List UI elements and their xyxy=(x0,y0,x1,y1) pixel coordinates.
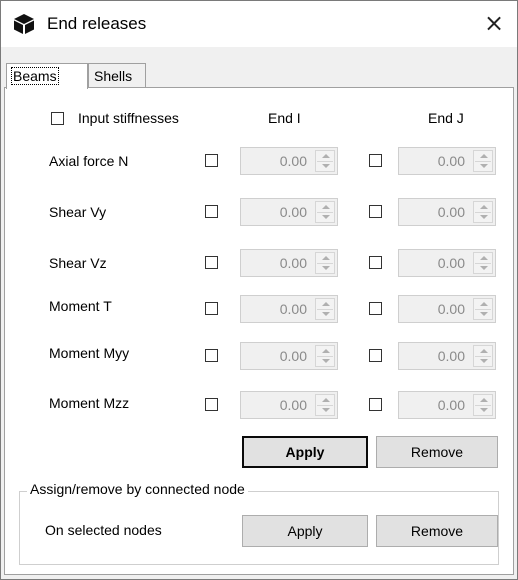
end-j-value: 0.00 xyxy=(437,348,465,364)
spinner-arrows[interactable] xyxy=(473,201,493,223)
close-button[interactable]: × xyxy=(471,1,517,47)
end-j-spinner[interactable]: 0.00 xyxy=(398,147,496,175)
end-j-checkbox[interactable] xyxy=(369,256,382,269)
end-i-spinner[interactable]: 0.00 xyxy=(240,147,338,175)
spinner-arrows[interactable] xyxy=(315,201,335,223)
end-j-header: End J xyxy=(428,110,464,126)
end-i-checkbox[interactable] xyxy=(205,398,218,411)
spinner-arrows[interactable] xyxy=(473,345,493,367)
end-j-checkbox[interactable] xyxy=(369,154,382,167)
spinner-arrows[interactable] xyxy=(473,298,493,320)
connected-node-group-title: Assign/remove by connected node xyxy=(27,481,248,497)
end-j-spinner[interactable]: 0.00 xyxy=(398,391,496,419)
end-j-checkbox[interactable] xyxy=(369,302,382,315)
end-i-checkbox[interactable] xyxy=(205,205,218,218)
end-i-value: 0.00 xyxy=(279,153,307,169)
tab-beams-label: Beams xyxy=(11,67,59,85)
remove-button[interactable]: Remove xyxy=(376,436,498,468)
apply-button[interactable]: Apply xyxy=(242,436,368,468)
row-label-moment-t: Moment T xyxy=(49,298,112,314)
end-j-checkbox[interactable] xyxy=(369,205,382,218)
spinner-arrows[interactable] xyxy=(315,394,335,416)
end-i-value: 0.00 xyxy=(279,204,307,220)
end-i-header: End I xyxy=(268,110,301,126)
end-i-spinner[interactable]: 0.00 xyxy=(240,295,338,323)
node-apply-button[interactable]: Apply xyxy=(242,515,368,547)
end-i-value: 0.00 xyxy=(279,255,307,271)
end-j-spinner[interactable]: 0.00 xyxy=(398,198,496,226)
row-label-shear-vy: Shear Vy xyxy=(49,204,107,220)
end-j-checkbox[interactable] xyxy=(369,349,382,362)
end-j-value: 0.00 xyxy=(437,397,465,413)
input-stiffnesses-label: Input stiffnesses xyxy=(78,110,179,126)
end-i-checkbox[interactable] xyxy=(205,154,218,167)
cube-icon xyxy=(14,14,34,34)
end-j-value: 0.00 xyxy=(437,204,465,220)
spinner-arrows[interactable] xyxy=(473,252,493,274)
end-j-spinner[interactable]: 0.00 xyxy=(398,342,496,370)
spinner-arrows[interactable] xyxy=(315,298,335,320)
input-stiffnesses-checkbox[interactable] xyxy=(51,112,64,125)
spinner-arrows[interactable] xyxy=(315,345,335,367)
spinner-arrows[interactable] xyxy=(315,252,335,274)
dialog-title: End releases xyxy=(47,14,147,33)
title-bar[interactable]: End releases × xyxy=(1,1,517,47)
on-selected-nodes-label: On selected nodes xyxy=(45,522,162,538)
tab-beams[interactable]: Beams xyxy=(6,63,88,89)
end-i-spinner[interactable]: 0.00 xyxy=(240,198,338,226)
end-i-checkbox[interactable] xyxy=(205,349,218,362)
end-i-value: 0.00 xyxy=(279,301,307,317)
spinner-arrows[interactable] xyxy=(473,394,493,416)
tab-shells-label: Shells xyxy=(94,68,133,84)
end-i-value: 0.00 xyxy=(279,348,307,364)
end-j-value: 0.00 xyxy=(437,153,465,169)
end-i-checkbox[interactable] xyxy=(205,256,218,269)
row-label-shear-vz: Shear Vz xyxy=(49,255,107,271)
end-i-checkbox[interactable] xyxy=(205,302,218,315)
end-releases-dialog: End releases × Beams Shells Input stiffn… xyxy=(0,0,518,580)
row-label-axial-force: Axial force N xyxy=(49,153,129,169)
spinner-arrows[interactable] xyxy=(315,150,335,172)
end-i-value: 0.00 xyxy=(279,397,307,413)
spinner-arrows[interactable] xyxy=(473,150,493,172)
row-label-moment-mzz: Moment Mzz xyxy=(49,395,130,411)
end-i-spinner[interactable]: 0.00 xyxy=(240,249,338,277)
end-i-spinner[interactable]: 0.00 xyxy=(240,342,338,370)
end-j-value: 0.00 xyxy=(437,301,465,317)
end-i-spinner[interactable]: 0.00 xyxy=(240,391,338,419)
end-j-spinner[interactable]: 0.00 xyxy=(398,249,496,277)
row-label-moment-myy: Moment Myy xyxy=(49,345,130,361)
node-remove-button[interactable]: Remove xyxy=(376,515,498,547)
end-j-checkbox[interactable] xyxy=(369,398,382,411)
tab-shells[interactable]: Shells xyxy=(88,63,146,89)
end-j-value: 0.00 xyxy=(437,255,465,271)
end-j-spinner[interactable]: 0.00 xyxy=(398,295,496,323)
